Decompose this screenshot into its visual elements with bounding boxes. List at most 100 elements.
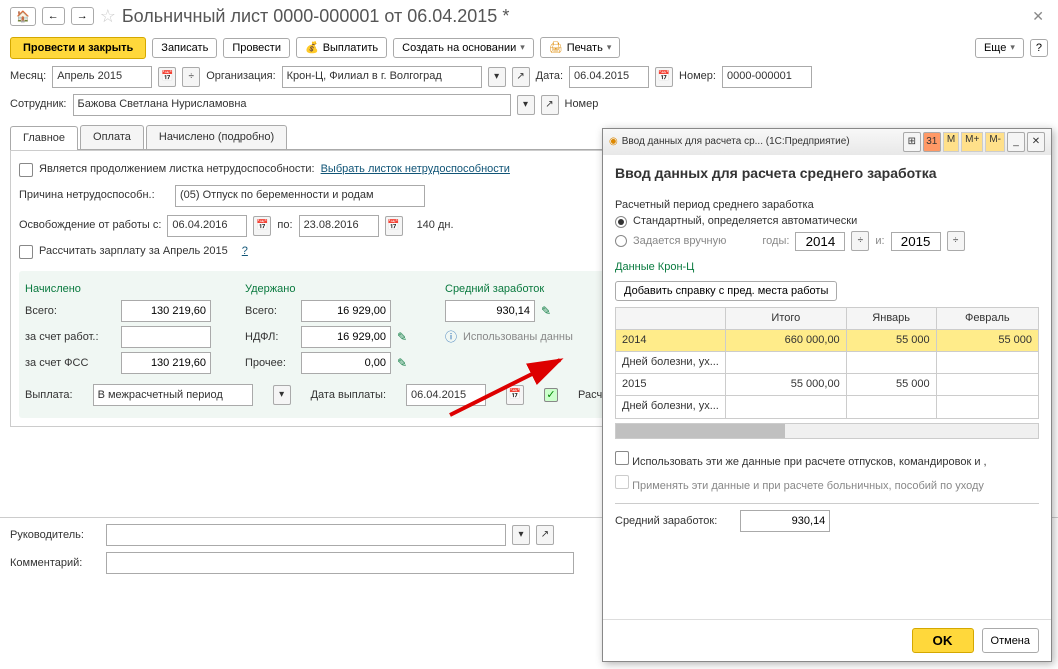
popup-breadcrumb: Ввод данных для расчета ср... (1С:Предпр… — [622, 136, 850, 148]
average-header: Средний заработок — [445, 283, 544, 296]
other-label: Прочее: — [245, 357, 295, 370]
number-label: Номер: — [679, 70, 716, 83]
spinner-icon[interactable]: ÷ — [182, 67, 200, 87]
from-input[interactable]: 06.04.2016 — [167, 215, 247, 237]
days-text: 140 дн. — [417, 219, 454, 232]
open-icon[interactable]: ↗ — [541, 95, 559, 115]
post-button[interactable]: Провести — [223, 38, 290, 58]
month-input[interactable]: Апрель 2015 — [52, 66, 152, 88]
radio-manual[interactable] — [615, 235, 627, 247]
withheld-label: Всего: — [245, 305, 295, 318]
tab-accrued[interactable]: Начислено (подробно) — [146, 125, 287, 149]
date-input[interactable]: 06.04.2015 — [569, 66, 649, 88]
data-section-label: Данные Крон-Ц — [615, 261, 1039, 274]
cancel-button[interactable]: Отмена — [982, 628, 1039, 653]
select-sheet-link[interactable]: Выбрать листок нетрудоспособности — [321, 163, 510, 176]
cause-input[interactable]: (05) Отпуск по беременности и родам — [175, 185, 425, 207]
withheld-total-input[interactable] — [301, 300, 391, 322]
forward-button[interactable]: → — [71, 7, 94, 25]
comment-label: Комментарий: — [10, 557, 100, 570]
open-icon[interactable]: ↗ — [512, 67, 530, 87]
page-title: Больничный лист 0000-000001 от 06.04.201… — [122, 6, 509, 27]
pencil-icon[interactable]: ✎ — [397, 330, 407, 344]
help-link[interactable]: ? — [242, 245, 248, 258]
accrued-total-input[interactable] — [121, 300, 211, 322]
checkbox-checked[interactable]: ✓ — [544, 388, 558, 402]
avg-value-input[interactable] — [740, 510, 830, 532]
employee-input[interactable]: Бажова Светлана Нурисламовна — [73, 94, 511, 116]
calendar-icon[interactable]: 📅 — [385, 216, 403, 236]
average-input[interactable] — [445, 300, 535, 322]
m-button[interactable]: M — [943, 132, 959, 152]
dropdown-icon[interactable]: ▾ — [273, 385, 291, 405]
tab-main[interactable]: Главное — [10, 126, 78, 150]
continuation-checkbox[interactable] — [19, 163, 33, 177]
back-button[interactable]: ← — [42, 7, 65, 25]
h-scrollbar[interactable] — [615, 423, 1039, 439]
m-plus-button[interactable]: M+ — [961, 132, 983, 152]
date-label: Дата: — [536, 70, 563, 83]
month-label: Месяц: — [10, 70, 46, 83]
pencil-icon[interactable]: ✎ — [541, 304, 551, 318]
comment-input[interactable] — [106, 552, 574, 574]
create-button[interactable]: Создать на основании — [393, 38, 534, 58]
radio-auto[interactable] — [615, 216, 627, 228]
org-label: Организация: — [206, 70, 275, 83]
continuation-label: Является продолжением листка нетрудоспос… — [39, 163, 315, 176]
print-button[interactable]: 🖨Печать — [540, 37, 621, 58]
calendar-icon[interactable]: 📅 — [655, 67, 673, 87]
to-input[interactable]: 23.08.2016 — [299, 215, 379, 237]
other-input[interactable] — [301, 352, 391, 374]
write-button[interactable]: Записать — [152, 38, 217, 58]
fss-input[interactable] — [121, 352, 211, 374]
m-minus-button[interactable]: M- — [985, 132, 1005, 152]
year2-input[interactable] — [891, 232, 941, 251]
apply-checkbox — [615, 475, 629, 489]
dropdown-icon[interactable]: ▾ — [488, 67, 506, 87]
employee-label: Сотрудник: — [10, 98, 67, 111]
close-icon[interactable]: ✕ — [1028, 4, 1048, 29]
dropdown-icon[interactable]: ▾ — [512, 525, 530, 545]
withheld-header: Удержано — [245, 283, 425, 296]
calendar-icon[interactable]: 📅 — [158, 67, 176, 87]
number-input[interactable]: 0000-000001 — [722, 66, 812, 88]
total-label: Всего: — [25, 305, 115, 318]
calendar-icon[interactable]: 📅 — [253, 216, 271, 236]
use-same-checkbox[interactable] — [615, 451, 629, 465]
calc-icon[interactable]: ⊞ — [903, 132, 921, 152]
info-icon[interactable]: ⓘ — [445, 330, 457, 344]
tab-payment[interactable]: Оплата — [80, 125, 144, 149]
to-label: по: — [277, 219, 292, 232]
period-label: Расчетный период среднего заработка — [615, 199, 1039, 212]
open-icon[interactable]: ↗ — [536, 525, 554, 545]
leader-label: Руководитель: — [10, 529, 100, 542]
org-input[interactable]: Крон-Ц, Филиал в г. Волгоград — [282, 66, 482, 88]
dropdown-icon[interactable]: ▾ — [517, 95, 535, 115]
release-label: Освобождение от работы с: — [19, 219, 161, 232]
calendar-icon[interactable]: 📅 — [506, 385, 524, 405]
payment-select[interactable]: В межрасчетный период — [93, 384, 253, 406]
pay-date-input[interactable]: 06.04.2015 — [406, 384, 486, 406]
calc-salary-checkbox[interactable] — [19, 245, 33, 259]
fss-label: за счет ФСС — [25, 357, 115, 370]
add-ref-button[interactable]: Добавить справку с пред. места работы — [615, 281, 837, 301]
post-close-button[interactable]: Провести и закрыть — [10, 37, 146, 59]
more-button[interactable]: Еще — [975, 38, 1024, 58]
cal-icon[interactable]: 31 — [923, 132, 941, 152]
favorite-icon[interactable]: ☆ — [100, 6, 116, 28]
ok-button[interactable]: OK — [912, 628, 974, 653]
employer-input[interactable] — [121, 326, 211, 348]
avg-label: Средний заработок: — [615, 515, 717, 527]
pay-button[interactable]: 💰Выплатить — [296, 37, 387, 58]
number2-label: Номер — [565, 98, 599, 111]
leader-input[interactable] — [106, 524, 506, 546]
payment-label: Выплата: — [25, 389, 73, 402]
year1-input[interactable] — [795, 232, 845, 251]
ndfl-input[interactable] — [301, 326, 391, 348]
minimize-icon[interactable]: _ — [1007, 132, 1025, 152]
help-button[interactable]: ? — [1030, 39, 1048, 57]
close-icon[interactable]: ✕ — [1027, 132, 1045, 152]
pencil-icon[interactable]: ✎ — [397, 356, 407, 370]
ndfl-label: НДФЛ: — [245, 331, 295, 344]
home-button[interactable]: 🏠 — [10, 7, 36, 26]
